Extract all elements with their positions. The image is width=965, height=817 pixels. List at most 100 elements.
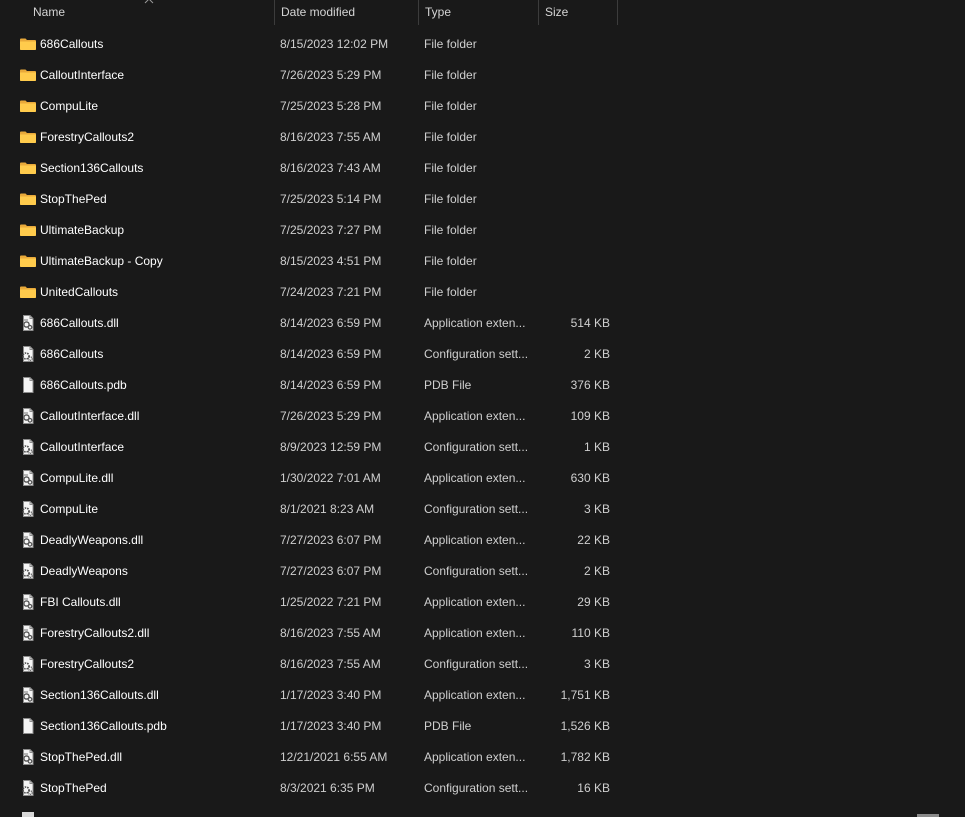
folder-icon — [19, 222, 37, 238]
dll-file-icon — [19, 470, 37, 486]
config-file-icon — [19, 501, 37, 517]
file-name: ForestryCallouts2 — [40, 657, 135, 671]
file-date-modified: 8/14/2023 6:59 PM — [280, 378, 382, 392]
file-row[interactable]: CompuLite 7/25/2023 5:28 PM File folder — [0, 91, 620, 122]
file-row[interactable]: UnitedCallouts 7/24/2023 7:21 PM File fold… — [0, 277, 620, 308]
file-row[interactable]: 686Callouts 8/15/2023 12:02 PM File folder — [0, 29, 620, 60]
file-type: File folder — [424, 161, 477, 175]
file-name: 686Callouts — [40, 37, 104, 51]
file-date-modified: 7/26/2023 5:29 PM — [280, 409, 382, 423]
file-type: Configuration sett... — [424, 440, 529, 454]
file-row[interactable]: StopThePed 7/25/2023 5:14 PM File folder — [0, 184, 620, 215]
file-row[interactable]: Section136Callouts.dll 1/17/2023 3:40 PM A… — [0, 680, 620, 711]
file-size — [540, 184, 610, 215]
folder-icon — [19, 253, 37, 269]
file-row[interactable]: CalloutInterface.dll 7/26/2023 5:29 PM App… — [0, 401, 620, 432]
file-type: Application exten... — [424, 750, 526, 764]
column-header-type[interactable]: Type — [418, 0, 537, 25]
file-date-modified: 8/15/2023 12:02 PM — [280, 37, 389, 51]
dll-file-icon — [19, 687, 37, 703]
file-row[interactable]: CompuLite 8/1/2021 8:23 AM Configuration s… — [0, 494, 620, 525]
file-name: 686Callouts.pdb — [40, 378, 127, 392]
dll-file-icon — [19, 749, 37, 765]
folder-icon — [19, 160, 37, 176]
file-size: 630 KB — [570, 471, 610, 485]
file-size: 376 KB — [570, 378, 610, 392]
file-type: Application exten... — [424, 595, 526, 609]
file-type: File folder — [424, 37, 477, 51]
file-date-modified: 1/30/2022 7:01 AM — [280, 471, 381, 485]
file-name: UnitedCallouts — [40, 285, 119, 299]
column-header-size[interactable]: Size — [538, 0, 618, 25]
file-row[interactable]: StopThePed.dll 12/21/2021 6:55 AM Applicat… — [0, 742, 620, 773]
file-date-modified: 8/9/2023 12:59 PM — [280, 440, 382, 454]
file-name: CalloutInterface.dll — [40, 409, 140, 423]
file-row[interactable]: ForestryCallouts2 8/16/2023 7:55 AM File f… — [0, 122, 620, 153]
file-date-modified: 8/15/2023 4:51 PM — [280, 254, 382, 268]
folder-icon — [19, 191, 37, 207]
file-size: 1,782 KB — [560, 750, 610, 764]
dll-file-icon — [19, 625, 37, 641]
config-file-icon — [19, 563, 37, 579]
file-type: Application exten... — [424, 533, 526, 547]
file-row[interactable]: UltimateBackup 7/25/2023 7:27 PM File fold… — [0, 215, 620, 246]
file-row[interactable]: DeadlyWeapons 7/27/2023 6:07 PM Configurat… — [0, 556, 620, 587]
file-size: 2 KB — [583, 564, 610, 578]
file-size: 110 KB — [571, 626, 610, 640]
file-row[interactable]: 686Callouts 8/14/2023 6:59 PM Configuratio… — [0, 339, 620, 370]
file-explorer-list-view: Name Date modified Type Size 686Callouts… — [0, 0, 965, 817]
file-name: FBI Callouts.dll — [40, 595, 121, 609]
file-type: File folder — [424, 285, 477, 299]
file-row[interactable]: Section136Callouts.pdb 1/17/2023 3:40 PM P… — [0, 711, 620, 742]
file-row[interactable]: 686Callouts.dll 8/14/2023 6:59 PM Applicat… — [0, 308, 620, 339]
file-type: File folder — [424, 254, 477, 268]
config-file-icon — [19, 346, 37, 362]
file-date-modified: 8/16/2023 7:55 AM — [280, 130, 381, 144]
file-date-modified: 7/24/2023 7:21 PM — [280, 285, 382, 299]
file-type: Configuration sett... — [424, 781, 529, 795]
blank-file-icon — [19, 718, 37, 734]
file-name: ForestryCallouts2.dll — [40, 626, 150, 640]
column-header-date-modified[interactable]: Date modified — [274, 0, 417, 25]
file-name: UltimateBackup - Copy — [40, 254, 163, 268]
file-name: CalloutInterface — [40, 68, 125, 82]
folder-icon — [19, 284, 37, 300]
file-size: 3 KB — [583, 657, 610, 671]
file-row[interactable]: DeadlyWeapons.dll 7/27/2023 6:07 PM Applic… — [0, 525, 620, 556]
file-row[interactable]: ForestryCallouts2 8/16/2023 7:55 AM Config… — [0, 649, 620, 680]
config-file-icon — [19, 439, 37, 455]
file-row[interactable]: CalloutInterface 8/9/2023 12:59 PM Configu… — [0, 432, 620, 463]
file-date-modified: 7/27/2023 6:07 PM — [280, 564, 382, 578]
file-size: 2 KB — [583, 347, 610, 361]
folder-icon — [19, 129, 37, 145]
file-name: CompuLite — [40, 502, 99, 516]
file-size — [540, 246, 610, 277]
file-size: 3 KB — [583, 502, 610, 516]
file-type: File folder — [424, 192, 477, 206]
file-name: Section136Callouts.pdb — [40, 719, 167, 733]
config-file-icon — [19, 780, 37, 796]
file-type: Configuration sett... — [424, 502, 529, 516]
file-size — [540, 29, 610, 60]
file-row[interactable]: FBI Callouts.dll 1/25/2022 7:21 PM Applica… — [0, 587, 620, 618]
file-size: 22 KB — [577, 533, 610, 547]
file-date-modified: 8/16/2023 7:43 AM — [280, 161, 381, 175]
file-size: 16 KB — [577, 781, 610, 795]
file-row[interactable]: UltimateBackup - Copy 8/15/2023 4:51 PM Fi… — [0, 246, 620, 277]
file-row[interactable]: CompuLite.dll 1/30/2022 7:01 AM Applicatio… — [0, 463, 620, 494]
file-row[interactable]: ForestryCallouts2.dll 8/16/2023 7:55 AM Ap… — [0, 618, 620, 649]
file-row[interactable]: CalloutInterface 7/26/2023 5:29 PM File fo… — [0, 60, 620, 91]
file-name: StopThePed.dll — [40, 750, 123, 764]
dll-file-icon — [19, 594, 37, 610]
file-row[interactable]: Section136Callouts 8/16/2023 7:43 AM File … — [0, 153, 620, 184]
file-size — [540, 122, 610, 153]
file-row[interactable]: StopThePed 8/3/2021 6:35 PM Configuration … — [0, 773, 620, 804]
file-date-modified: 7/27/2023 6:07 PM — [280, 533, 382, 547]
file-row[interactable]: 686Callouts.pdb 8/14/2023 6:59 PM PDB File… — [0, 370, 620, 401]
file-name: UltimateBackup — [40, 223, 125, 237]
file-size — [540, 60, 610, 91]
column-header-name[interactable]: Name — [27, 0, 273, 25]
file-type: Application exten... — [424, 471, 526, 485]
file-name: StopThePed — [40, 781, 107, 795]
file-name: Section136Callouts — [40, 161, 144, 175]
